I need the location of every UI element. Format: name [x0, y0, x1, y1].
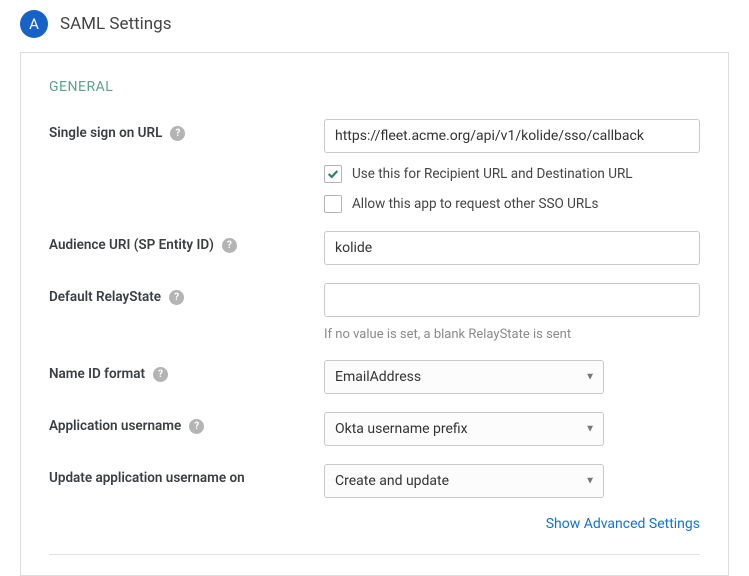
- input-sso-url[interactable]: [324, 119, 700, 153]
- section-header-general: GENERAL: [49, 79, 700, 95]
- select-update-username-on[interactable]: Create and update: [324, 464, 604, 498]
- input-audience-uri[interactable]: [324, 231, 700, 265]
- page-title: SAML Settings: [60, 14, 171, 34]
- helper-relay-state: If no value is set, a blank RelayState i…: [324, 327, 700, 342]
- page-header: A SAML Settings: [0, 0, 749, 52]
- help-icon[interactable]: ?: [222, 238, 237, 253]
- row-name-id-format: Name ID format ? EmailAddress ▼: [49, 360, 700, 394]
- label-sso-url-text: Single sign on URL: [49, 125, 162, 141]
- label-relay-state: Default RelayState ?: [49, 283, 324, 305]
- checkbox-allow-other-label: Allow this app to request other SSO URLs: [352, 196, 598, 212]
- label-name-id-format: Name ID format ?: [49, 360, 324, 382]
- label-update-username-on-text: Update application username on: [49, 470, 245, 486]
- select-app-username[interactable]: Okta username prefix: [324, 412, 604, 446]
- checkbox-icon: [324, 195, 342, 213]
- row-app-username: Application username ? Okta username pre…: [49, 412, 700, 446]
- divider: [49, 554, 700, 555]
- input-relay-state[interactable]: [324, 283, 700, 317]
- step-badge: A: [20, 10, 48, 38]
- checkbox-icon: [324, 165, 342, 183]
- label-relay-state-text: Default RelayState: [49, 289, 161, 305]
- row-audience-uri: Audience URI (SP Entity ID) ?: [49, 231, 700, 265]
- label-app-username-text: Application username: [49, 418, 181, 434]
- checkbox-use-recipient-url[interactable]: Use this for Recipient URL and Destinati…: [324, 165, 700, 183]
- label-update-username-on: Update application username on: [49, 464, 324, 486]
- label-name-id-format-text: Name ID format: [49, 366, 145, 382]
- label-audience-uri-text: Audience URI (SP Entity ID): [49, 237, 214, 253]
- help-icon[interactable]: ?: [189, 419, 204, 434]
- row-update-username-on: Update application username on Create an…: [49, 464, 700, 498]
- label-sso-url: Single sign on URL ?: [49, 119, 324, 141]
- show-advanced-settings-link[interactable]: Show Advanced Settings: [546, 516, 700, 532]
- help-icon[interactable]: ?: [170, 126, 185, 141]
- help-icon[interactable]: ?: [153, 367, 168, 382]
- label-audience-uri: Audience URI (SP Entity ID) ?: [49, 231, 324, 253]
- checkbox-allow-other-sso[interactable]: Allow this app to request other SSO URLs: [324, 195, 700, 213]
- label-app-username: Application username ?: [49, 412, 324, 434]
- help-icon[interactable]: ?: [169, 290, 184, 305]
- settings-panel: GENERAL Single sign on URL ? Use this fo…: [20, 52, 729, 576]
- row-relay-state: Default RelayState ? If no value is set,…: [49, 283, 700, 342]
- row-sso-url: Single sign on URL ? Use this for Recipi…: [49, 119, 700, 213]
- advanced-link-row: Show Advanced Settings: [49, 516, 700, 532]
- checkbox-use-recipient-label: Use this for Recipient URL and Destinati…: [352, 166, 633, 182]
- select-name-id-format[interactable]: EmailAddress: [324, 360, 604, 394]
